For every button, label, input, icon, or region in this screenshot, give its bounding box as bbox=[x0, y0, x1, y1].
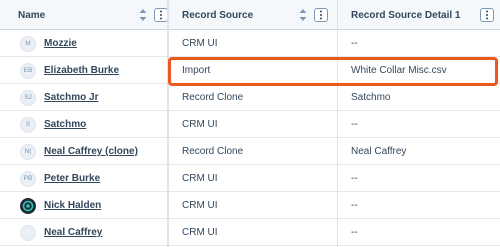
record-source-cell: Record Clone bbox=[182, 146, 244, 157]
record-source-detail-cell: White Collar Misc.csv bbox=[351, 65, 447, 76]
column-menu-button[interactable] bbox=[154, 8, 168, 22]
contact-name-link[interactable]: Peter Burke bbox=[44, 173, 100, 184]
name-cell: SJ Satchmo Jr bbox=[20, 84, 98, 111]
avatar: SJ bbox=[20, 89, 36, 106]
column-header-record-source[interactable]: Record Source bbox=[182, 0, 328, 30]
column-header-name[interactable]: Name bbox=[18, 0, 168, 30]
avatar: EB bbox=[20, 62, 36, 79]
name-cell: Nick Halden bbox=[20, 192, 101, 219]
vertical-dots-icon bbox=[486, 10, 488, 20]
name-cell: S Satchmo bbox=[20, 111, 86, 138]
vertical-dots-icon bbox=[320, 10, 322, 20]
column-header-record-source-detail[interactable]: Record Source Detail 1 bbox=[351, 0, 494, 30]
vertical-dots-icon bbox=[160, 10, 162, 20]
table-row[interactable]: EB Elizabeth Burke Import White Collar M… bbox=[0, 57, 500, 84]
avatar: S bbox=[20, 116, 36, 133]
record-source-detail-cell: -- bbox=[351, 38, 358, 49]
avatar: N( bbox=[20, 143, 36, 160]
avatar: PB bbox=[20, 170, 36, 187]
record-source-detail-cell: -- bbox=[351, 173, 358, 184]
column-divider[interactable] bbox=[337, 0, 338, 247]
record-source-detail-cell: -- bbox=[351, 200, 358, 211]
record-source-cell: CRM UI bbox=[182, 173, 218, 184]
logo-avatar-icon bbox=[20, 197, 36, 214]
record-source-detail-cell: Neal Caffrey bbox=[351, 146, 407, 157]
name-cell: Neal Caffrey bbox=[20, 219, 102, 246]
column-menu-button[interactable] bbox=[480, 8, 494, 22]
table-row[interactable]: N( Neal Caffrey (clone) Record Clone Nea… bbox=[0, 138, 500, 165]
record-source-cell: Record Clone bbox=[182, 92, 244, 103]
contact-name-link[interactable]: Neal Caffrey (clone) bbox=[44, 146, 138, 157]
avatar: M bbox=[20, 35, 36, 52]
contact-name-link[interactable]: Mozzie bbox=[44, 38, 77, 49]
record-source-cell: CRM UI bbox=[182, 227, 218, 238]
record-source-cell: Import bbox=[182, 65, 211, 76]
table-row[interactable]: M Mozzie CRM UI -- bbox=[0, 30, 500, 57]
avatar bbox=[20, 224, 36, 241]
record-source-cell: CRM UI bbox=[182, 38, 218, 49]
table-row[interactable]: S Satchmo CRM UI -- bbox=[0, 111, 500, 138]
contact-name-link[interactable]: Satchmo bbox=[44, 119, 86, 130]
contact-name-link[interactable]: Satchmo Jr bbox=[44, 92, 98, 103]
record-source-cell: CRM UI bbox=[182, 200, 218, 211]
name-cell: M Mozzie bbox=[20, 30, 77, 57]
contact-name-link[interactable]: Nick Halden bbox=[44, 200, 101, 211]
name-cell: EB Elizabeth Burke bbox=[20, 57, 119, 84]
table-row[interactable]: PB Peter Burke CRM UI -- bbox=[0, 165, 500, 192]
table-header: Name Record Source Record Source Detail … bbox=[0, 0, 500, 30]
record-source-detail-cell: Satchmo bbox=[351, 92, 391, 103]
column-label-record-source: Record Source bbox=[182, 9, 254, 21]
name-cell: N( Neal Caffrey (clone) bbox=[20, 138, 138, 165]
table-row[interactable]: SJ Satchmo Jr Record Clone Satchmo bbox=[0, 84, 500, 111]
contact-name-link[interactable]: Neal Caffrey bbox=[44, 227, 102, 238]
column-menu-button[interactable] bbox=[314, 8, 328, 22]
record-source-detail-cell: -- bbox=[351, 227, 358, 238]
sort-arrows-icon[interactable] bbox=[298, 8, 308, 22]
column-label-record-source-detail: Record Source Detail 1 bbox=[351, 9, 461, 21]
table-row[interactable]: Nick Halden CRM UI -- bbox=[0, 192, 500, 219]
column-divider[interactable] bbox=[167, 0, 169, 247]
record-source-detail-cell: -- bbox=[351, 119, 358, 130]
table-row[interactable]: Neal Caffrey CRM UI -- bbox=[0, 219, 500, 246]
column-label-name: Name bbox=[18, 9, 46, 21]
contact-name-link[interactable]: Elizabeth Burke bbox=[44, 65, 119, 76]
name-cell: PB Peter Burke bbox=[20, 165, 100, 192]
record-source-cell: CRM UI bbox=[182, 119, 218, 130]
records-table: Name Record Source Record Source Detail … bbox=[0, 0, 500, 247]
sort-arrows-icon[interactable] bbox=[138, 8, 148, 22]
